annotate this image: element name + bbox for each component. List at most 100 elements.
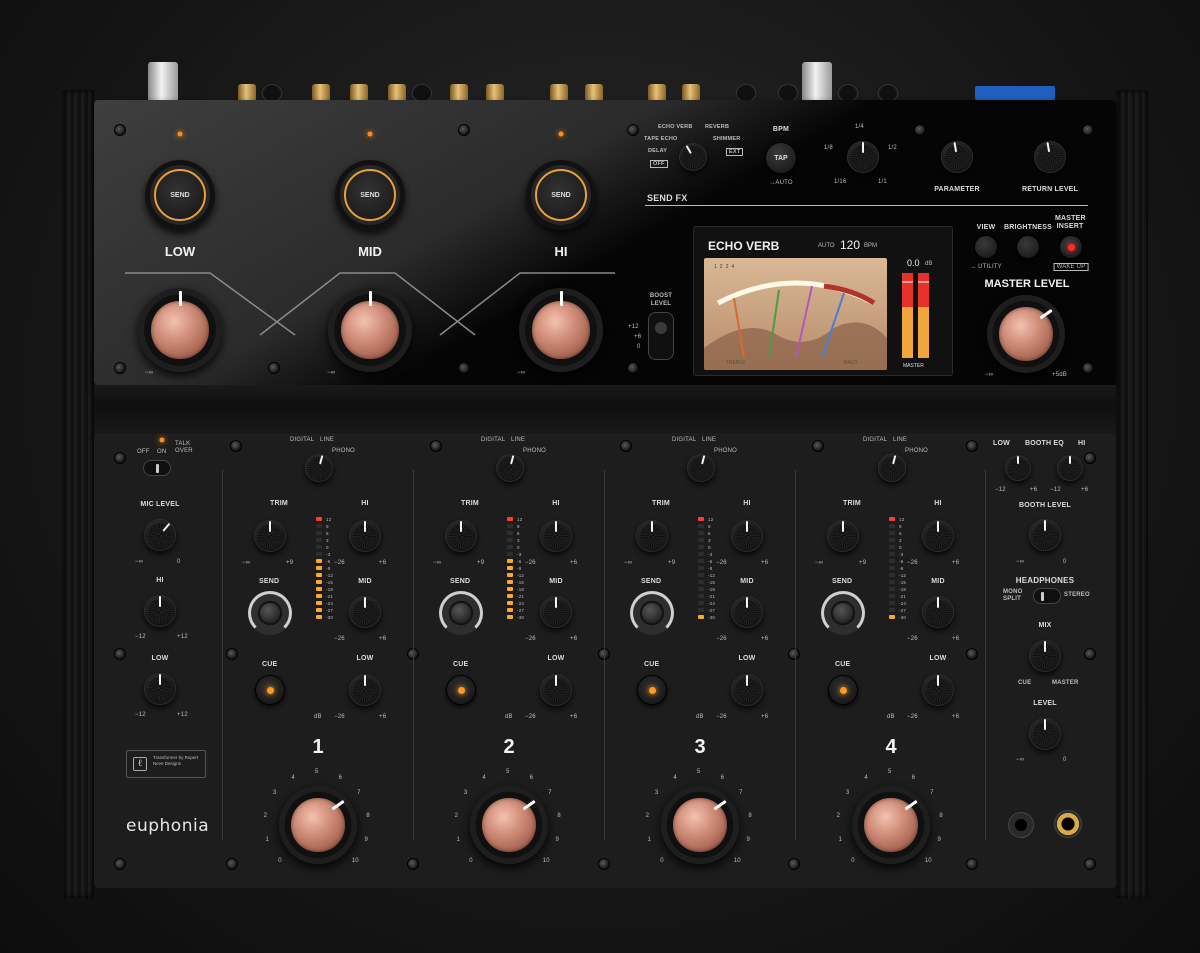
meter-scale-label: 12 bbox=[708, 517, 714, 522]
send-level-knob[interactable] bbox=[630, 591, 674, 635]
fader-scale-label: 9 bbox=[937, 837, 941, 844]
master-level-knob[interactable] bbox=[987, 295, 1065, 373]
eq-mid-knob[interactable] bbox=[922, 596, 954, 628]
cue-button[interactable] bbox=[637, 675, 667, 705]
fader-scale-label: 9 bbox=[555, 837, 559, 844]
eq-hi-knob[interactable] bbox=[540, 520, 572, 552]
eq-low-knob[interactable] bbox=[540, 674, 572, 706]
input-selector-knob[interactable] bbox=[305, 454, 333, 482]
cue-button[interactable] bbox=[255, 675, 285, 705]
booth-hi-knob[interactable] bbox=[1057, 455, 1083, 481]
mic-hi-knob[interactable] bbox=[144, 595, 176, 627]
input-line-label: LINE bbox=[893, 437, 908, 443]
view-sub-label: → UTILITY bbox=[970, 264, 1002, 270]
eq-hi-knob[interactable] bbox=[349, 520, 381, 552]
screw bbox=[1082, 124, 1094, 136]
send-led-mid bbox=[367, 131, 373, 137]
booth-level-knob[interactable] bbox=[1029, 519, 1061, 551]
isolator-knob-mid[interactable] bbox=[328, 288, 412, 372]
meter-scale-label: -30 bbox=[899, 615, 907, 620]
eq-low-knob[interactable] bbox=[922, 674, 954, 706]
scale-min: −12 bbox=[135, 712, 146, 718]
meter-segment bbox=[316, 615, 322, 619]
headphone-mix-knob[interactable] bbox=[1029, 640, 1061, 672]
isolator-knob-hi[interactable] bbox=[519, 288, 603, 372]
trim-knob[interactable] bbox=[827, 520, 859, 552]
master-scale-max: +5dB bbox=[1052, 372, 1067, 378]
mic-low-knob[interactable] bbox=[144, 673, 176, 705]
headphones-label: HEADPHONES bbox=[1015, 576, 1075, 585]
send-level-knob[interactable] bbox=[248, 591, 292, 635]
view-button[interactable] bbox=[974, 235, 998, 259]
channel-level-meter bbox=[888, 514, 896, 622]
headphone-level-knob[interactable] bbox=[1029, 718, 1061, 750]
meter-scale-label: 12 bbox=[899, 517, 905, 522]
eq-hi-knob[interactable] bbox=[922, 520, 954, 552]
divider bbox=[985, 470, 986, 840]
eq-mid-knob[interactable] bbox=[731, 596, 763, 628]
trim-knob[interactable] bbox=[445, 520, 477, 552]
eq-mid-knob[interactable] bbox=[540, 596, 572, 628]
fader-scale-label: 2 bbox=[645, 812, 650, 819]
rnd-logo-icon: ℓ bbox=[133, 757, 147, 771]
parameter-knob[interactable] bbox=[941, 141, 973, 173]
eq-mid-knob[interactable] bbox=[349, 596, 381, 628]
headphone-jack-small[interactable] bbox=[1008, 812, 1034, 838]
eq-low-knob[interactable] bbox=[731, 674, 763, 706]
meter-scale-label: -21 bbox=[899, 594, 907, 599]
mic-mode-switch[interactable] bbox=[143, 460, 171, 476]
meter-segment bbox=[507, 531, 513, 535]
scale-min: −∞ bbox=[1016, 757, 1025, 763]
channel-fader-knob[interactable] bbox=[279, 786, 357, 864]
meter-scale-label: -30 bbox=[708, 615, 716, 620]
boost-value: 0 bbox=[637, 344, 641, 350]
headphone-mode-switch[interactable] bbox=[1033, 588, 1061, 604]
mic-level-knob[interactable] bbox=[144, 519, 176, 551]
fx-type-reverb: REVERB bbox=[705, 124, 730, 130]
send-button-low[interactable]: SEND bbox=[145, 160, 215, 230]
channel-fader-knob[interactable] bbox=[661, 786, 739, 864]
cue-button[interactable] bbox=[446, 675, 476, 705]
meter-scale-label: 9 bbox=[899, 524, 902, 529]
isolator-knob-low[interactable] bbox=[138, 288, 222, 372]
beat-selector-knob[interactable] bbox=[847, 141, 879, 173]
channel-fader-knob[interactable] bbox=[852, 786, 930, 864]
send-button-hi[interactable]: SEND bbox=[526, 160, 596, 230]
send-level-knob[interactable] bbox=[821, 591, 865, 635]
trim-knob[interactable] bbox=[636, 520, 668, 552]
eq-hi-knob[interactable] bbox=[731, 520, 763, 552]
meter-scale-label: -18 bbox=[517, 587, 525, 592]
master-insert-button[interactable] bbox=[1059, 235, 1083, 259]
trim-knob[interactable] bbox=[254, 520, 286, 552]
booth-low-label: LOW bbox=[993, 440, 1010, 447]
cue-button[interactable] bbox=[828, 675, 858, 705]
input-selector-knob[interactable] bbox=[687, 454, 715, 482]
meter-segment bbox=[507, 517, 513, 521]
tap-button[interactable]: TAP bbox=[765, 142, 797, 174]
headphone-jack-large[interactable] bbox=[1054, 810, 1082, 838]
send-level-knob[interactable] bbox=[439, 591, 483, 635]
brightness-button[interactable] bbox=[1016, 235, 1040, 259]
input-phono-label: PHONO bbox=[523, 448, 547, 454]
input-selector-knob[interactable] bbox=[878, 454, 906, 482]
master-meter-left bbox=[902, 273, 913, 358]
trim-label: TRIM bbox=[652, 500, 670, 507]
meter-scale-label: 9 bbox=[517, 524, 520, 529]
fader-scale-label: 8 bbox=[748, 812, 752, 819]
eq-low-knob[interactable] bbox=[349, 674, 381, 706]
boost-switch[interactable] bbox=[648, 312, 674, 360]
fader-scale-label: 4 bbox=[291, 774, 295, 781]
input-selector-knob[interactable] bbox=[496, 454, 524, 482]
fader-scale-label: 0 bbox=[278, 857, 282, 864]
mic-hi-label: HI bbox=[156, 577, 164, 584]
fx-type-selector-knob[interactable] bbox=[679, 143, 707, 171]
meter-segment bbox=[507, 524, 513, 528]
booth-low-knob[interactable] bbox=[1005, 455, 1031, 481]
channel-fader-knob[interactable] bbox=[470, 786, 548, 864]
send-button-mid[interactable]: SEND bbox=[335, 160, 405, 230]
return-level-knob[interactable] bbox=[1034, 141, 1066, 173]
meter-segment bbox=[889, 524, 895, 528]
screw bbox=[966, 648, 978, 660]
fx-type-shimmer: SHIMMER bbox=[713, 136, 741, 142]
credit-text: Transformer by Rupert Neve Designs bbox=[153, 755, 199, 766]
